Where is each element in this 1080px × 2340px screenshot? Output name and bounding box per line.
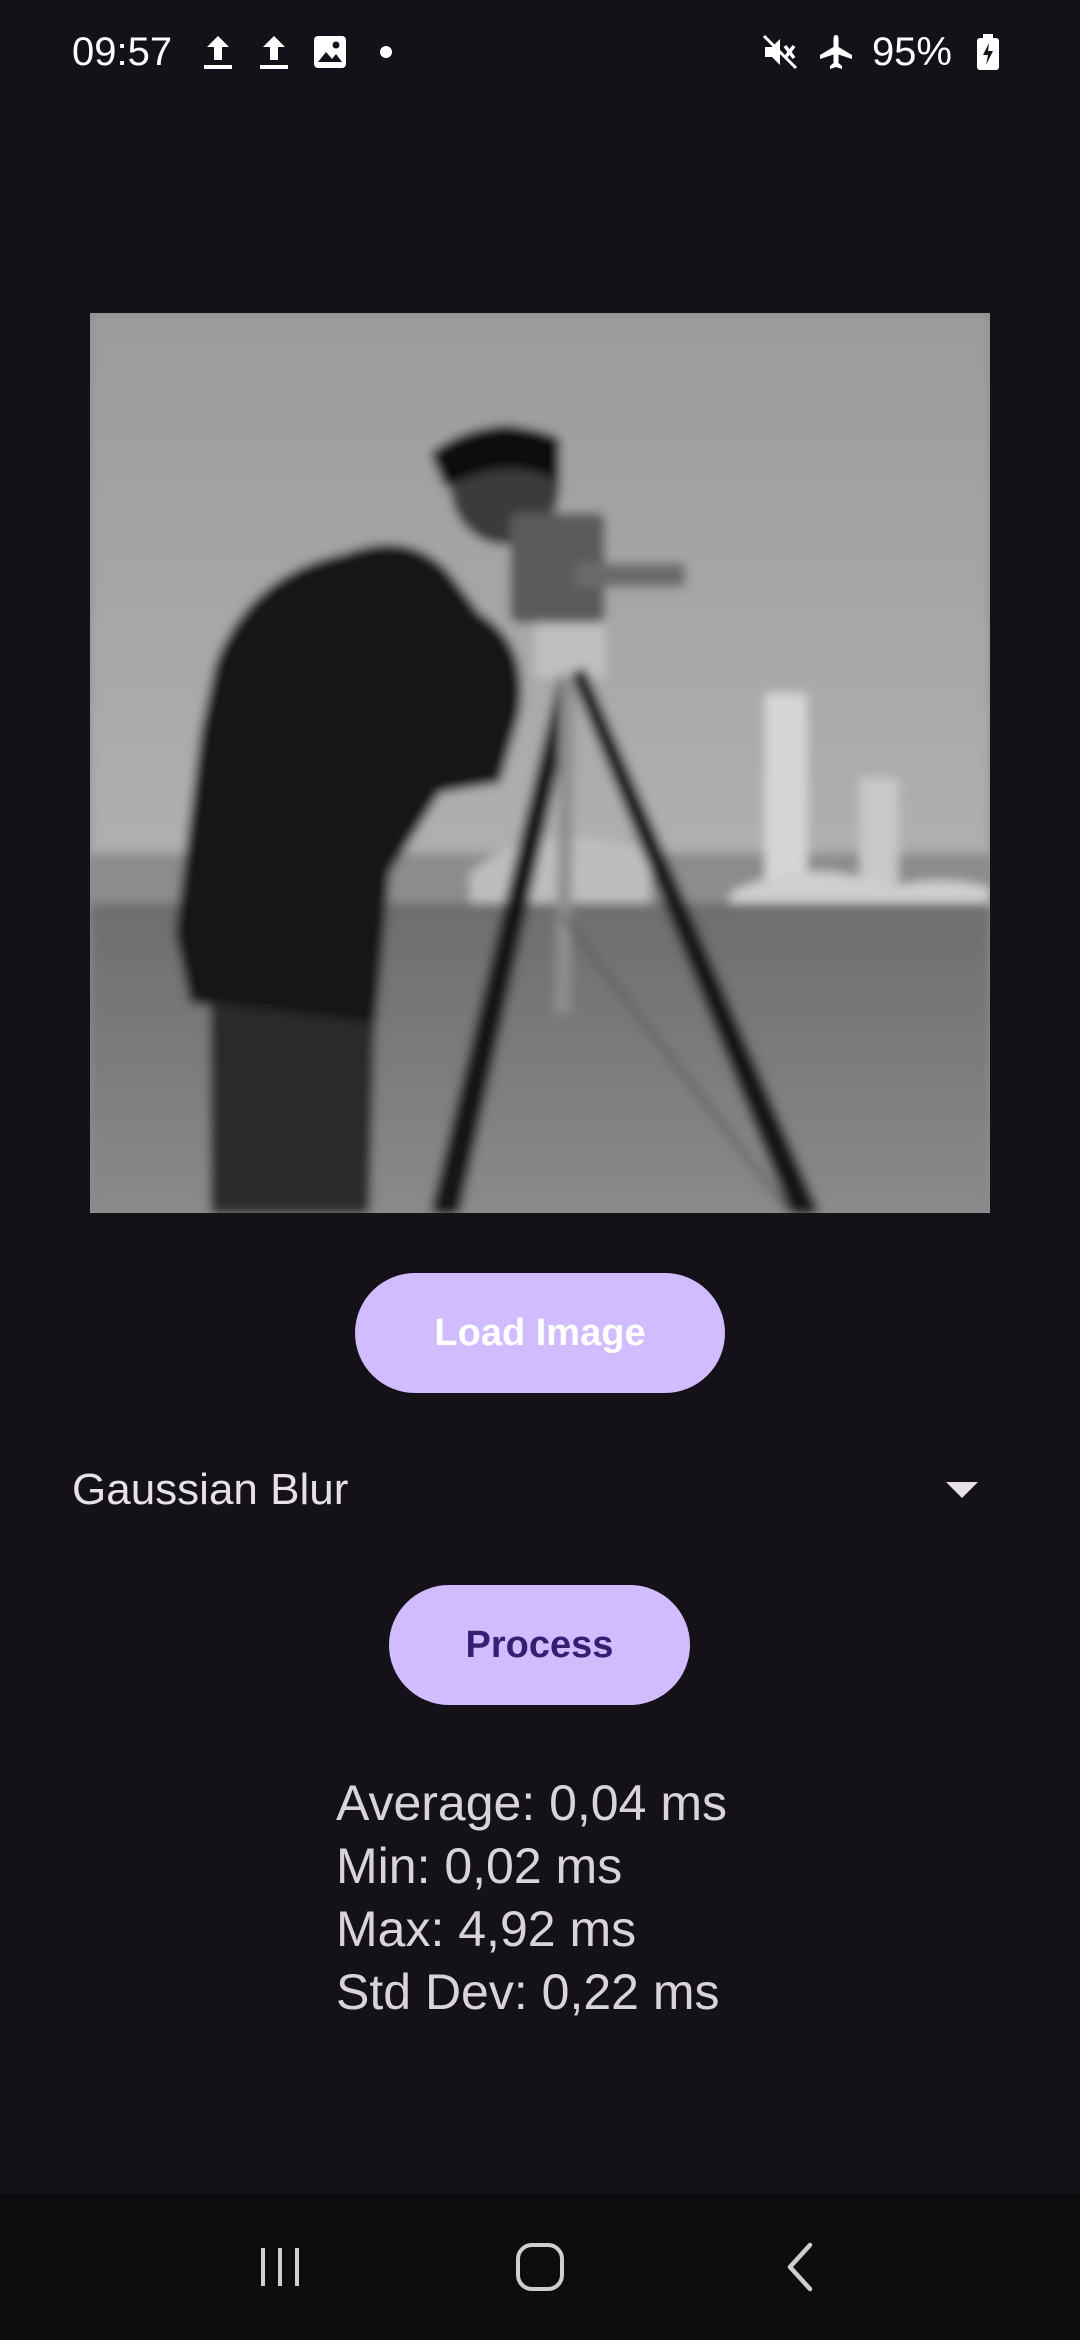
status-left: 09:57 [72,29,393,75]
status-bar: 09:57 95% [0,0,1080,104]
filter-dropdown[interactable]: Gaussian Blur [72,1440,1008,1540]
stat-max: Max: 4,92 ms [336,1901,637,1957]
status-time: 09:57 [72,29,173,74]
dot-icon [380,46,393,58]
back-icon[interactable] [750,2217,850,2317]
processed-image [90,313,990,1213]
filter-selected-label: Gaussian Blur [72,1465,349,1514]
upload-icon [254,32,294,72]
stat-min: Min: 0,02 ms [336,1838,623,1894]
load-image-button[interactable]: Load Image [355,1273,725,1393]
home-icon[interactable] [490,2217,590,2317]
navigation-bar [0,2194,1080,2340]
battery-charging-icon [968,32,1008,72]
status-right: 95% [760,30,1008,75]
dropdown-arrow-icon [946,1482,978,1498]
recents-icon[interactable] [230,2217,330,2317]
process-button[interactable]: Process [389,1585,690,1705]
app-screen: 09:57 95% Load Image Gaussian Blur Proce… [0,0,1080,2340]
stat-std-dev: Std Dev: 0,22 ms [336,1964,720,2020]
upload-icon [198,32,238,72]
mute-icon [760,32,800,72]
timing-stats: Average: 0,04 ms Min: 0,02 ms Max: 4,92 … [336,1772,727,2024]
battery-percent: 95% [871,29,952,74]
airplane-mode-icon [816,32,856,72]
stat-average: Average: 0,04 ms [336,1775,727,1831]
image-preview [90,313,990,1213]
image-icon [310,32,350,72]
